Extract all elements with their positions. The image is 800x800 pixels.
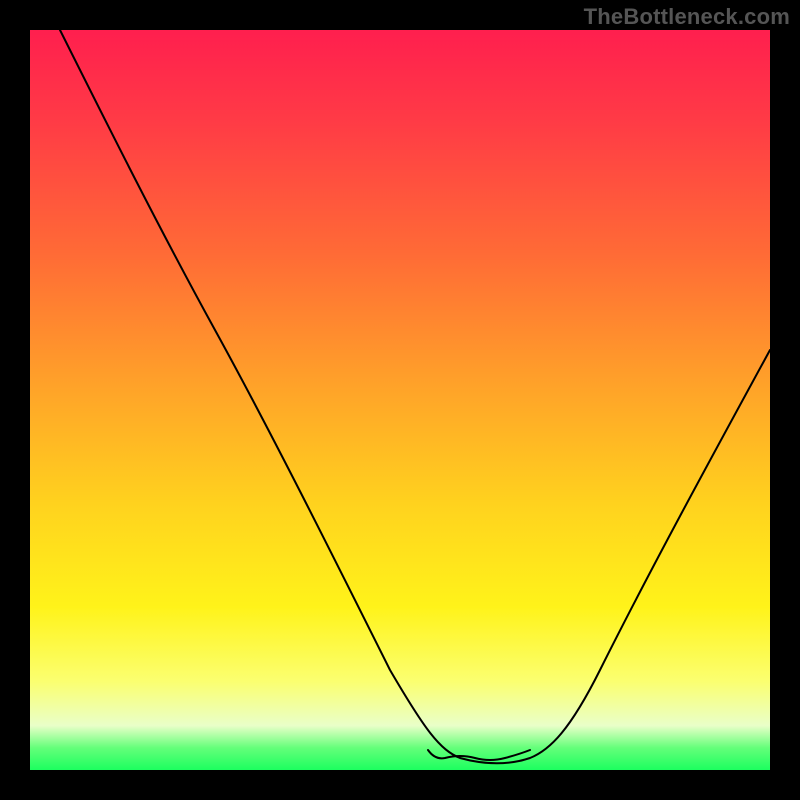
watermark-text: TheBottleneck.com [584, 4, 790, 30]
curve-path [60, 30, 770, 763]
bottleneck-curve [30, 30, 770, 770]
plot-area [30, 30, 770, 770]
valley-marker [428, 750, 530, 760]
chart-frame: TheBottleneck.com [0, 0, 800, 800]
